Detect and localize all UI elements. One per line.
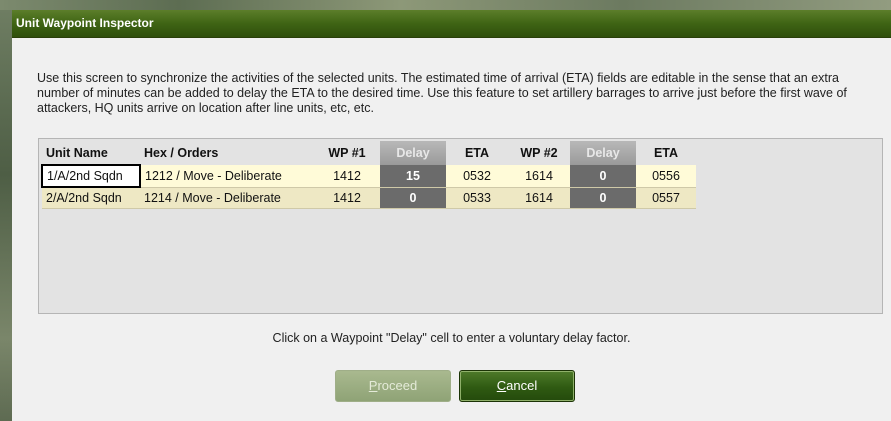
header-eta1: ETA <box>446 141 508 165</box>
cancel-accelerator: C <box>496 378 507 393</box>
hex-orders-cell[interactable]: 1214 / Move - Deliberate <box>140 187 314 209</box>
header-wp2: WP #2 <box>508 141 570 165</box>
cancel-button[interactable]: Cancel <box>459 370 575 402</box>
header-delay2: Delay <box>570 141 636 165</box>
delay1-cell[interactable]: 0 <box>380 187 446 209</box>
delay-hint-text: Click on a Waypoint "Delay" cell to ente… <box>272 331 631 345</box>
hex-orders-cell[interactable]: 1212 / Move - Deliberate <box>140 165 314 188</box>
dialog-titlebar[interactable]: Unit Waypoint Inspector <box>12 10 891 38</box>
header-hex-orders: Hex / Orders <box>140 141 314 165</box>
wp1-cell[interactable]: 1412 <box>314 165 380 188</box>
delay2-cell[interactable]: 0 <box>570 187 636 209</box>
waypoint-inspector-dialog: Unit Waypoint Inspector Use this screen … <box>12 10 891 421</box>
unit-name-cell[interactable]: 1/A/2nd Sqdn <box>41 164 141 188</box>
delay2-cell[interactable]: 0 <box>570 165 636 188</box>
cancel-label: ancel <box>506 378 538 393</box>
instructions-text: Use this screen to synchronize the activ… <box>37 71 847 115</box>
eta2-cell[interactable]: 0557 <box>636 187 696 209</box>
header-eta2: ETA <box>636 141 696 165</box>
unit-name-cell[interactable]: 2/A/2nd Sqdn <box>42 187 140 209</box>
wp2-cell[interactable]: 1614 <box>508 187 570 209</box>
header-delay1: Delay <box>380 141 446 165</box>
eta2-cell[interactable]: 0556 <box>636 165 696 188</box>
background-map-left <box>0 10 12 421</box>
table-row[interactable]: 2/A/2nd Sqdn 1214 / Move - Deliberate 14… <box>42 187 696 209</box>
proceed-button[interactable]: Proceed <box>335 370 451 402</box>
waypoint-table: Unit Name Hex / Orders WP #1 Delay ETA W… <box>41 141 696 209</box>
background-map-top <box>0 0 891 10</box>
eta1-cell[interactable]: 0532 <box>446 165 508 188</box>
header-unit-name: Unit Name <box>42 141 140 165</box>
wp1-cell[interactable]: 1412 <box>314 187 380 209</box>
table-row[interactable]: 1/A/2nd Sqdn 1212 / Move - Deliberate 14… <box>41 164 696 188</box>
waypoint-grid: Unit Name Hex / Orders WP #1 Delay ETA W… <box>38 138 883 314</box>
wp2-cell[interactable]: 1614 <box>508 165 570 188</box>
table-header-row: Unit Name Hex / Orders WP #1 Delay ETA W… <box>42 141 696 165</box>
proceed-label: roceed <box>377 378 418 393</box>
dialog-title: Unit Waypoint Inspector <box>16 16 154 30</box>
header-wp1: WP #1 <box>314 141 380 165</box>
eta1-cell[interactable]: 0533 <box>446 187 508 209</box>
delay1-cell[interactable]: 15 <box>380 165 446 188</box>
